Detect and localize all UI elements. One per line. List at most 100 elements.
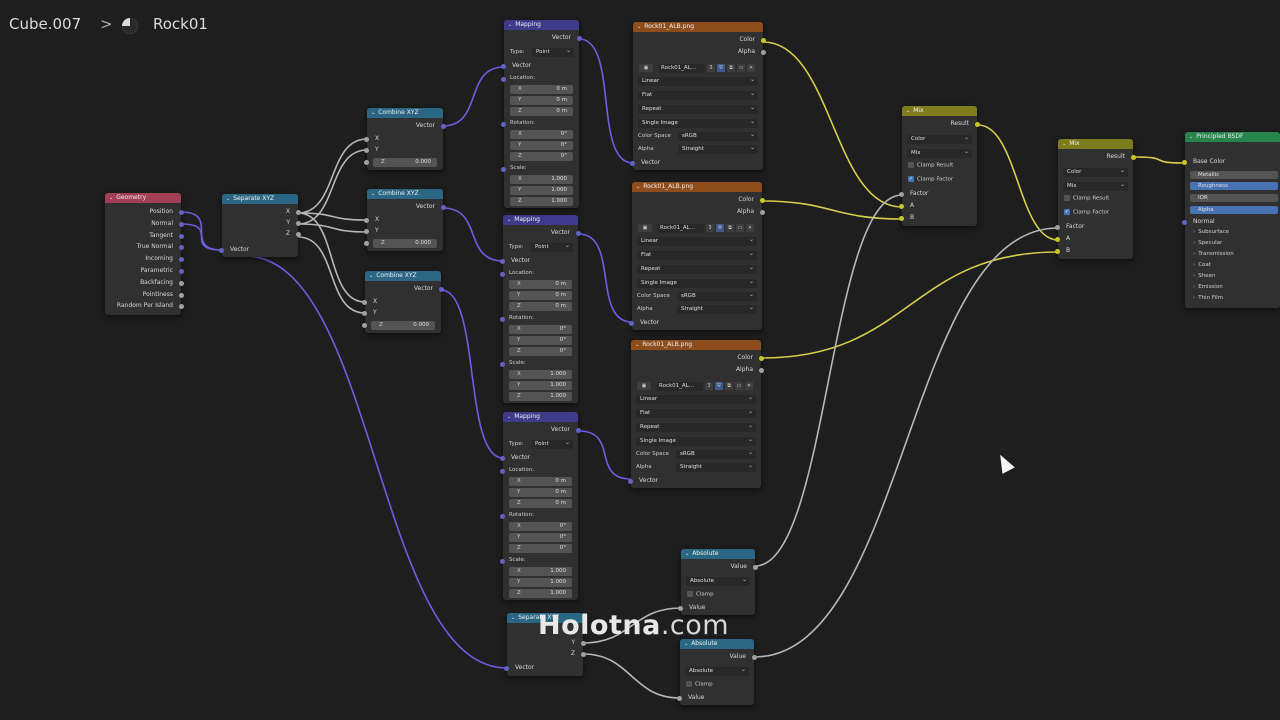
panel-specular[interactable]: › Specular (1193, 240, 1222, 246)
image-browse-icon[interactable]: ▣ (637, 382, 651, 390)
vector-socket[interactable] (439, 287, 444, 292)
location-field-z[interactable]: Z 0 m (509, 499, 572, 508)
folder-icon[interactable]: ▭ (737, 64, 745, 72)
panel-sheen[interactable]: › Sheen (1193, 273, 1215, 279)
float-link[interactable] (754, 194, 903, 567)
mix-node[interactable]: ⌄MixResultColorMixClamp Result✓Clamp Fac… (899, 106, 980, 226)
mix-blend-dropdown[interactable]: Mix (1063, 180, 1128, 191)
location-field-z[interactable]: Z 0 m (510, 107, 573, 116)
mix-blend-dropdown[interactable]: Mix (907, 147, 972, 158)
color-space-dropdown[interactable]: sRGB (676, 448, 756, 459)
separate-xyz-node[interactable]: ⌄ Separate XYZ X Y Z Vector (219, 194, 301, 257)
vector-socket[interactable] (501, 167, 506, 172)
rotation-field-z[interactable]: Z 0° (509, 544, 572, 553)
vector-socket[interactable] (576, 231, 581, 236)
location-field-x[interactable]: X 0 m (509, 477, 572, 486)
panel-transmission[interactable]: › Transmission (1193, 251, 1234, 257)
image-texture-node[interactable]: ⌄ Rock01_ALB.png Color Alpha ▣ Rock01_AL... 3 ⛨… (629, 182, 765, 330)
float-link[interactable] (582, 653, 681, 699)
user-count[interactable]: 3 (705, 382, 713, 390)
projection-dropdown[interactable]: Flat (638, 89, 758, 100)
image-texture-header[interactable]: ⌄ Rock01_ALB.png (631, 340, 761, 350)
vector-socket[interactable] (441, 124, 446, 129)
mapping-header[interactable]: ⌄ Mapping (503, 412, 578, 422)
collapse-chevron-icon[interactable]: ⌄ (507, 215, 511, 225)
combine-xyz-header[interactable]: ⌄ Combine XYZ (367, 189, 443, 199)
location-field-z[interactable]: Z 0 m (509, 302, 572, 311)
rotation-field-y[interactable]: Y 0° (509, 336, 572, 345)
float-socket[interactable] (296, 221, 301, 226)
vector-link[interactable] (442, 207, 504, 262)
geometry-node-header[interactable]: ⌄ Geometry (105, 193, 181, 203)
color-link[interactable] (762, 41, 903, 208)
color-socket[interactable] (1055, 237, 1060, 242)
checkmark-icon[interactable]: ✓ (1064, 209, 1070, 215)
mapping-type-dropdown[interactable]: Point (532, 46, 574, 57)
clamp-result-checkbox[interactable]: Clamp Result (908, 162, 953, 169)
vector-socket[interactable] (630, 161, 635, 166)
float-socket[interactable] (761, 50, 766, 55)
mapping-node[interactable]: ⌄MappingVectorType:PointVectorLocation:X… (500, 215, 581, 403)
extension-dropdown[interactable]: Repeat (638, 103, 758, 114)
principled-bsdf-header[interactable]: ⌄ Principled BSDF (1185, 132, 1280, 142)
color-socket[interactable] (761, 38, 766, 43)
mapping-node[interactable]: ⌄MappingVectorType:PointVectorLocation:X… (501, 20, 582, 208)
breadcrumb-material[interactable]: Rock01 (153, 15, 208, 33)
geometry-node[interactable]: ⌄ Geometry Position Normal Tangent True Norm… (105, 193, 184, 315)
panel-chevron-icon[interactable]: › (1193, 251, 1195, 257)
panel-chevron-icon[interactable]: › (1193, 240, 1195, 246)
checkbox-icon[interactable] (687, 591, 693, 597)
float-socket[interactable] (1055, 225, 1060, 230)
scale-field-z[interactable]: Z 1.000 (510, 197, 573, 206)
close-icon[interactable]: ✕ (745, 382, 753, 390)
float-socket[interactable] (677, 696, 682, 701)
math-operation-dropdown[interactable]: Absolute (686, 575, 750, 586)
float-socket[interactable] (364, 137, 369, 142)
image-name-field[interactable]: Rock01_AL... (659, 64, 705, 73)
vector-socket[interactable] (219, 248, 224, 253)
combine-z-field[interactable]: Z 0.000 (362, 321, 435, 330)
float-link[interactable] (297, 212, 368, 221)
mix-node[interactable]: ⌄MixResultColorMixClamp Result✓Clamp Fac… (1055, 139, 1136, 259)
close-icon[interactable]: ✕ (746, 224, 754, 232)
vector-socket[interactable] (500, 272, 505, 277)
mix-data-type-dropdown[interactable]: Color (907, 133, 972, 144)
vector-socket[interactable] (501, 64, 506, 69)
vector-socket[interactable] (501, 122, 506, 127)
rotation-field-z[interactable]: Z 0° (510, 152, 573, 161)
collapse-chevron-icon[interactable]: ⌄ (1189, 132, 1193, 142)
vector-socket[interactable] (501, 77, 506, 82)
color-socket[interactable] (899, 204, 904, 209)
image-name-field[interactable]: Rock01_AL... (657, 382, 703, 391)
principled-bsdf-node[interactable]: ⌄ Principled BSDF Base Color Metallic Rou… (1182, 132, 1280, 308)
breadcrumb-object[interactable]: Cube.007 (9, 15, 81, 33)
float-socket[interactable] (364, 148, 369, 153)
panel-emission[interactable]: › Emission (1193, 284, 1223, 290)
color-socket[interactable] (1055, 249, 1060, 254)
shield-icon[interactable]: ⛨ (715, 382, 723, 390)
alpha-mode-dropdown[interactable]: Straight (676, 461, 756, 472)
vector-socket[interactable] (179, 221, 184, 227)
float-socket[interactable] (364, 160, 369, 165)
checkbox-icon[interactable] (908, 162, 914, 168)
combine-xyz-node[interactable]: ⌄ Combine XYZ Vector X Y Z 0.000 (364, 189, 446, 251)
rotation-field-x[interactable]: X 0° (510, 130, 573, 139)
scale-field-x[interactable]: X 1.000 (509, 567, 572, 576)
combine-xyz-header[interactable]: ⌄ Combine XYZ (365, 271, 441, 281)
float-socket[interactable] (364, 218, 369, 223)
float-socket[interactable] (179, 292, 184, 298)
vector-socket[interactable] (500, 559, 505, 564)
color-socket[interactable] (760, 198, 765, 203)
projection-dropdown[interactable]: Flat (636, 407, 756, 418)
location-field-x[interactable]: X 0 m (510, 85, 573, 94)
float-socket[interactable] (362, 300, 367, 305)
panel-chevron-icon[interactable]: › (1193, 273, 1195, 279)
vector-socket[interactable] (1182, 220, 1187, 225)
float-link[interactable] (297, 223, 368, 233)
scale-field-x[interactable]: X 1.000 (509, 370, 572, 379)
location-field-y[interactable]: Y 0 m (509, 291, 572, 300)
extension-dropdown[interactable]: Repeat (636, 421, 756, 432)
float-socket[interactable] (752, 655, 757, 660)
vector-link[interactable] (578, 430, 632, 480)
image-texture-header[interactable]: ⌄ Rock01_ALB.png (632, 182, 762, 192)
